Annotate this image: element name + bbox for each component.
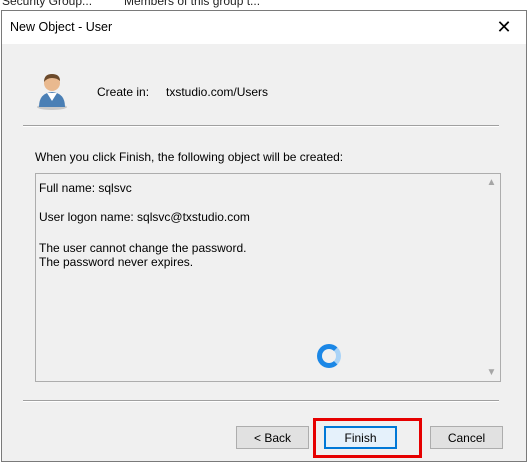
bottom-separator bbox=[23, 400, 499, 402]
scroll-up-button[interactable]: ▲ bbox=[483, 174, 500, 191]
background-column-description: Members of this group t... bbox=[124, 0, 261, 8]
user-icon bbox=[37, 74, 67, 110]
create-in-label: Create in: bbox=[97, 85, 150, 99]
chevron-up-icon: ▲ bbox=[486, 177, 497, 188]
background-column-type: Security Group... bbox=[2, 0, 93, 8]
dialog-title: New Object - User bbox=[10, 20, 113, 34]
vertical-scrollbar[interactable]: ▲ ▼ bbox=[483, 174, 500, 381]
new-object-user-dialog: New Object - User ✕ Create in: txstudio.… bbox=[1, 10, 527, 462]
info-text: When you click Finish, the following obj… bbox=[35, 150, 344, 164]
summary-logon-name: User logon name: sqlsvc@txstudio.com bbox=[39, 210, 250, 224]
scroll-down-button[interactable]: ▼ bbox=[483, 364, 500, 381]
summary-password-change: The user cannot change the password. bbox=[39, 241, 247, 255]
close-button[interactable]: ✕ bbox=[482, 11, 526, 44]
summary-textbox[interactable]: Full name: sqlsvc User logon name: sqlsv… bbox=[35, 173, 501, 382]
cancel-button[interactable]: Cancel bbox=[430, 426, 503, 449]
summary-password-expiry: The password never expires. bbox=[39, 255, 194, 269]
finish-highlight-annotation bbox=[313, 418, 422, 458]
top-separator bbox=[23, 125, 499, 127]
close-icon: ✕ bbox=[496, 17, 512, 37]
chevron-down-icon: ▼ bbox=[486, 367, 497, 378]
create-in-path: txstudio.com/Users bbox=[166, 85, 269, 99]
loading-spinner-icon bbox=[317, 344, 341, 368]
back-button[interactable]: < Back bbox=[236, 426, 309, 449]
summary-full-name: Full name: sqlsvc bbox=[39, 181, 132, 195]
title-bar[interactable]: New Object - User ✕ bbox=[2, 11, 526, 44]
